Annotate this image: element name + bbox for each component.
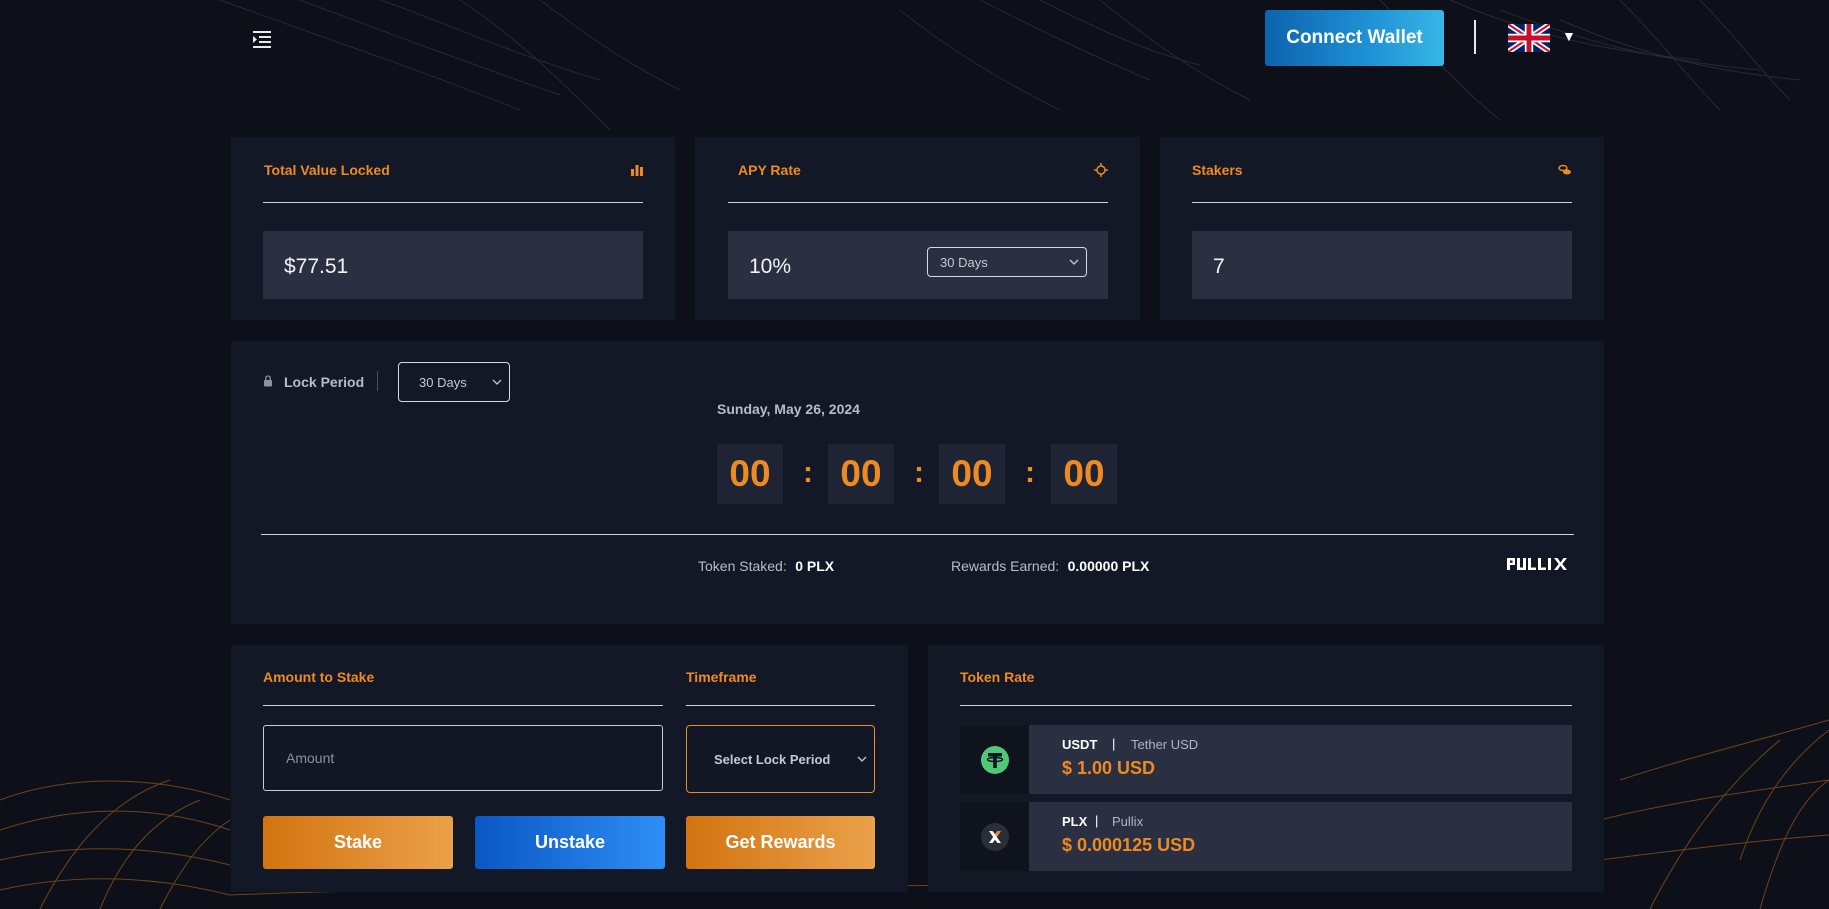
total-value-locked-card: Total Value Locked $77.51 [231,137,675,320]
bar-chart-icon [631,165,643,176]
stake-button[interactable]: Stake [263,816,453,869]
tvl-divider [263,202,643,203]
amount-input[interactable]: Amount [263,725,663,791]
token-staked-label: Token Staked: [698,558,787,574]
timeframe-divider [686,705,875,706]
token-row-plx: PLX | Pullix $ 0.000125 USD [960,802,1572,871]
rewards-earned-label: Rewards Earned: [951,558,1060,574]
lock-period-selected: 30 Days [419,374,467,390]
chevron-down-icon [1069,259,1079,265]
stakers-divider [1192,202,1572,203]
stakers-value-box: 7 [1192,231,1572,299]
lock-period-separator [377,371,378,391]
tether-icon [980,745,1009,774]
pullix-logo [1507,558,1567,570]
apy-period-selected: 30 Days [940,254,988,270]
language-dropdown-caret-icon[interactable]: ▼ [1562,28,1576,44]
crosshair-icon [1094,163,1108,177]
token-rate-title: Token Rate [960,669,1035,685]
countdown-separator: : [914,456,924,489]
tvl-value-box: $77.51 [263,231,643,299]
unstake-button[interactable]: Unstake [475,816,665,869]
chevron-down-icon [857,756,867,762]
token-staked-stat: Token Staked: 0 PLX [698,558,834,576]
token-price: $ 1.00 USD [1062,758,1156,778]
menu-toggle-icon[interactable] [250,28,274,50]
countdown-separator: : [803,456,813,489]
countdown-hours: 00 [828,444,894,504]
connect-wallet-button[interactable]: Connect Wallet [1265,10,1444,66]
token-icon-cell [960,725,1029,794]
stakers-card: Stakers 7 [1160,137,1604,320]
timeframe-title: Timeframe [686,669,757,685]
token-row-usdt: USDT | Tether USD $ 1.00 USD [960,725,1572,794]
header-divider [1474,20,1476,54]
stake-panel: Amount to Stake Timeframe Amount Select … [231,645,908,892]
lock-panel-divider [261,534,1574,535]
apy-value-box: 10% 30 Days [728,231,1108,299]
token-name: Tether USD [1131,737,1199,752]
apy-value: 10% [749,255,792,278]
countdown-seconds: 00 [1051,444,1117,504]
coins-icon [1558,164,1571,175]
amount-to-stake-title: Amount to Stake [263,669,375,685]
apy-divider [728,202,1108,203]
token-name: Pullix [1112,814,1144,829]
token-symbol: PLX [1062,814,1088,829]
rewards-earned-stat: Rewards Earned: 0.00000 PLX [951,558,1149,576]
token-price: $ 0.000125 USD [1062,835,1196,855]
token-info-plx: PLX | Pullix $ 0.000125 USD [1029,802,1572,871]
amount-divider [263,705,663,706]
stakers-value: 7 [1213,255,1225,278]
lock-icon [264,375,272,387]
apy-rate-card: APY Rate 10% 30 Days [695,137,1140,320]
countdown-separator: : [1025,456,1035,489]
token-pipe: | [1095,813,1099,828]
rewards-earned-value: 0.00000 PLX [1067,558,1150,574]
timeframe-placeholder: Select Lock Period [714,751,831,767]
countdown-days: 00 [717,444,783,504]
token-symbol: USDT [1062,737,1098,752]
unlock-date: Sunday, May 26, 2024 [717,401,860,417]
token-info-usdt: USDT | Tether USD $ 1.00 USD [1029,725,1572,794]
token-pipe: | [1112,736,1116,751]
tvl-title: Total Value Locked [264,162,390,178]
chevron-down-icon [492,379,502,385]
apy-title: APY Rate [738,162,801,178]
tvl-value: $77.51 [284,255,349,278]
token-icon-cell [960,802,1029,871]
lock-period-label: Lock Period [284,374,365,390]
token-rate-divider [960,705,1572,706]
lock-period-select[interactable]: 30 Days [398,362,510,402]
countdown-minutes: 00 [939,444,1005,504]
pullix-icon [980,822,1009,851]
get-rewards-button[interactable]: Get Rewards [686,816,875,869]
lock-period-panel: Lock Period 30 Days Sunday, May 26, 2024… [231,341,1604,624]
token-staked-value: 0 PLX [795,558,835,574]
timeframe-select[interactable]: Select Lock Period [686,725,875,793]
uk-flag-icon[interactable] [1508,24,1550,52]
apy-period-select[interactable]: 30 Days [927,247,1087,277]
stakers-title: Stakers [1192,162,1243,178]
